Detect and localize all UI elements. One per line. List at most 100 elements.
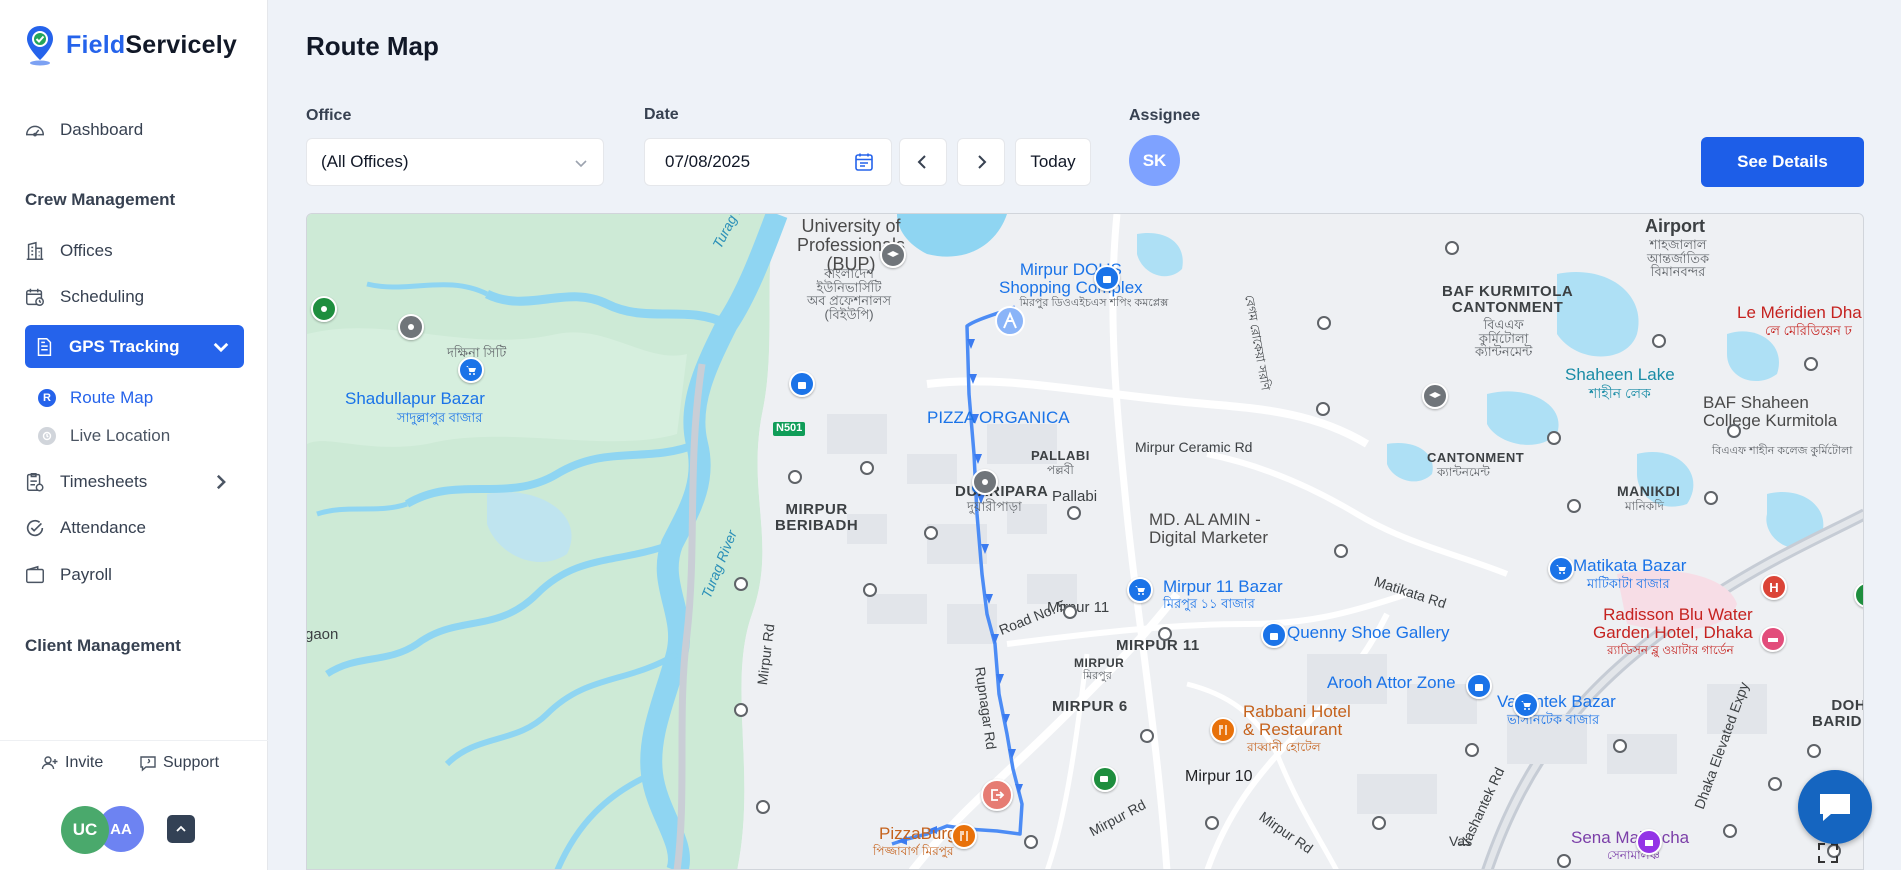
hospital-icon[interactable]: H xyxy=(1761,574,1787,600)
office-select[interactable]: (All Offices) xyxy=(306,138,604,186)
nav-gps-tracking[interactable]: GPS Tracking xyxy=(25,325,244,368)
assignee-label: Assignee xyxy=(1129,107,1201,124)
bus-stop-icon[interactable] xyxy=(1704,491,1718,505)
bus-stop-icon[interactable] xyxy=(788,470,802,484)
nav-timesheets-label: Timesheets xyxy=(60,472,148,491)
bus-stop-icon[interactable] xyxy=(1140,729,1154,743)
chat-bubble-icon xyxy=(1820,794,1850,821)
bus-stop-icon[interactable] xyxy=(1804,357,1818,371)
end-location-marker-icon[interactable] xyxy=(981,779,1013,811)
support-chat-icon xyxy=(140,756,156,772)
bus-stop-icon[interactable] xyxy=(924,526,938,540)
chevron-left-icon xyxy=(917,155,926,169)
calendar-icon[interactable] xyxy=(853,151,875,173)
bus-stop-icon[interactable] xyxy=(1652,334,1666,348)
nav-scheduling-label: Scheduling xyxy=(60,287,145,306)
bus-stop-icon[interactable] xyxy=(1317,316,1331,330)
bus-stop-icon[interactable] xyxy=(1547,431,1561,445)
bus-stop-icon[interactable] xyxy=(1316,402,1330,416)
bus-stop-icon[interactable] xyxy=(860,461,874,475)
nav-timesheets[interactable]: Timesheets xyxy=(24,466,244,498)
nav-dashboard-label: Dashboard xyxy=(60,120,144,139)
today-button[interactable]: Today xyxy=(1015,138,1091,186)
nav-payroll[interactable]: Payroll xyxy=(24,559,244,591)
shopping-cart-icon[interactable] xyxy=(458,357,484,383)
bus-stop-icon[interactable] xyxy=(1334,544,1348,558)
location-pin-logo-icon xyxy=(27,26,53,66)
venue-icon[interactable] xyxy=(1636,829,1662,855)
bus-stop-icon[interactable] xyxy=(734,703,748,717)
document-icon xyxy=(37,337,52,356)
page-title: Route Map xyxy=(306,31,439,61)
nav-dashboard[interactable]: Dashboard xyxy=(24,114,244,146)
bus-stop-icon[interactable] xyxy=(1158,627,1172,641)
support-label: Support xyxy=(163,754,220,771)
bus-stop-icon[interactable] xyxy=(1807,744,1821,758)
bus-stop-icon[interactable] xyxy=(1205,816,1219,830)
shopping-bag-icon[interactable] xyxy=(1094,265,1120,291)
shopping-bag-icon[interactable] xyxy=(1466,673,1492,699)
nav-attendance[interactable]: Attendance xyxy=(24,512,244,544)
shopping-cart-icon[interactable] xyxy=(1127,577,1153,603)
route-map-icon: R xyxy=(38,389,56,407)
attendance-check-icon xyxy=(26,519,44,537)
route-map-canvas[interactable]: University of Professionals (BUP) বাংলাদেশ… xyxy=(306,213,1864,870)
cafe-icon[interactable] xyxy=(1092,766,1118,792)
nav-payroll-label: Payroll xyxy=(60,565,112,584)
date-field-value: 07/08/2025 xyxy=(665,152,751,171)
bus-stop-icon[interactable] xyxy=(863,583,877,597)
bus-stop-icon[interactable] xyxy=(734,577,748,591)
user-avatar-uc[interactable]: UC xyxy=(61,806,109,854)
bus-stop-icon[interactable] xyxy=(1613,739,1627,753)
bus-stop-icon[interactable] xyxy=(1768,777,1782,791)
bus-stop-icon[interactable] xyxy=(756,800,770,814)
shopping-cart-icon[interactable] xyxy=(1548,556,1574,582)
bus-stop-icon[interactable] xyxy=(1067,506,1081,520)
chevron-right-icon xyxy=(216,474,226,490)
nav-offices-label: Offices xyxy=(60,241,113,260)
invite-link[interactable]: Invite xyxy=(41,754,103,772)
nav-gps-tracking-label: GPS Tracking xyxy=(69,336,180,356)
place-pin-icon[interactable] xyxy=(398,314,424,340)
nav-live-location[interactable]: Live Location xyxy=(38,426,170,446)
office-label: Office xyxy=(306,107,352,124)
park-pin-icon[interactable] xyxy=(311,296,337,322)
sidebar: FieldServicely Dashboard Crew Management… xyxy=(0,0,268,870)
bus-stop-icon[interactable] xyxy=(1557,854,1571,868)
chat-button[interactable] xyxy=(1798,770,1872,844)
nav-route-map[interactable]: R Route Map xyxy=(38,388,153,408)
restaurant-icon[interactable] xyxy=(1210,717,1236,743)
bus-stop-icon[interactable] xyxy=(1063,605,1077,619)
bus-stop-icon[interactable] xyxy=(1372,816,1386,830)
assignee-avatar[interactable]: SK xyxy=(1129,135,1180,186)
crew-management-heading: Crew Management xyxy=(25,190,176,209)
bus-stop-icon[interactable] xyxy=(1567,499,1581,513)
school-icon[interactable] xyxy=(1422,383,1448,409)
chevron-right-icon xyxy=(978,155,987,169)
brand-logo[interactable]: FieldServicely xyxy=(24,24,237,66)
nav-scheduling[interactable]: Scheduling xyxy=(24,281,244,313)
shopping-cart-icon[interactable] xyxy=(1513,692,1539,718)
school-icon[interactable] xyxy=(880,242,906,268)
next-date-button[interactable] xyxy=(957,138,1005,186)
support-link[interactable]: Support xyxy=(139,754,219,772)
nav-offices[interactable]: Offices xyxy=(24,235,244,267)
bus-stop-icon[interactable] xyxy=(1465,743,1479,757)
date-field[interactable]: 07/08/2025 xyxy=(644,138,892,186)
bus-stop-icon[interactable] xyxy=(1727,424,1741,438)
shopping-bag-icon[interactable] xyxy=(1261,622,1287,648)
clipboard-icon xyxy=(26,473,44,492)
place-pin-icon[interactable] xyxy=(972,469,998,495)
bus-stop-icon[interactable] xyxy=(1024,835,1038,849)
bus-stop-icon[interactable] xyxy=(1723,824,1737,838)
restaurant-icon[interactable] xyxy=(951,823,977,849)
expand-up-button[interactable] xyxy=(167,815,195,843)
see-details-button[interactable]: See Details xyxy=(1701,137,1864,187)
nav-live-location-label: Live Location xyxy=(70,426,171,445)
shopping-bag-icon[interactable] xyxy=(789,371,815,397)
map-base-layer xyxy=(307,214,1863,869)
previous-date-button[interactable] xyxy=(899,138,947,186)
hotel-icon[interactable] xyxy=(1760,626,1786,652)
bus-stop-icon[interactable] xyxy=(1445,241,1459,255)
sidebar-footer-divider xyxy=(0,740,268,741)
